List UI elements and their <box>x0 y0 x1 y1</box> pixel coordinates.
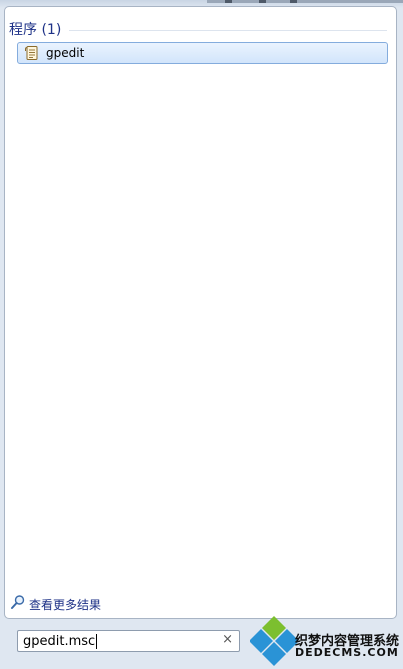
search-input-value: gpedit.msc <box>23 633 96 649</box>
see-more-results-link[interactable]: 查看更多结果 <box>10 594 101 614</box>
frame-mark <box>259 0 266 3</box>
results-group-header: 程序 (1) <box>9 19 387 39</box>
watermark-logo: 织梦内容管理系统 DEDECMS.COM <box>250 612 403 669</box>
search-icon <box>10 594 26 614</box>
result-item-label: gpedit <box>46 46 85 60</box>
frame-mark <box>225 0 232 3</box>
clear-search-button[interactable]: × <box>222 632 233 647</box>
document-icon <box>22 44 42 62</box>
watermark-brand-url: DEDECMS.COM <box>295 646 399 659</box>
frame-mark <box>290 0 297 3</box>
results-group-title: 程序 (1) <box>9 22 62 38</box>
text-caret <box>96 633 98 649</box>
window-frame-edge <box>207 0 403 3</box>
see-more-results-label: 查看更多结果 <box>29 597 102 612</box>
group-divider <box>69 29 387 31</box>
search-input[interactable]: gpedit.msc × <box>17 630 240 652</box>
result-item-gpedit[interactable]: gpedit <box>17 42 388 64</box>
search-results-panel <box>4 6 397 619</box>
